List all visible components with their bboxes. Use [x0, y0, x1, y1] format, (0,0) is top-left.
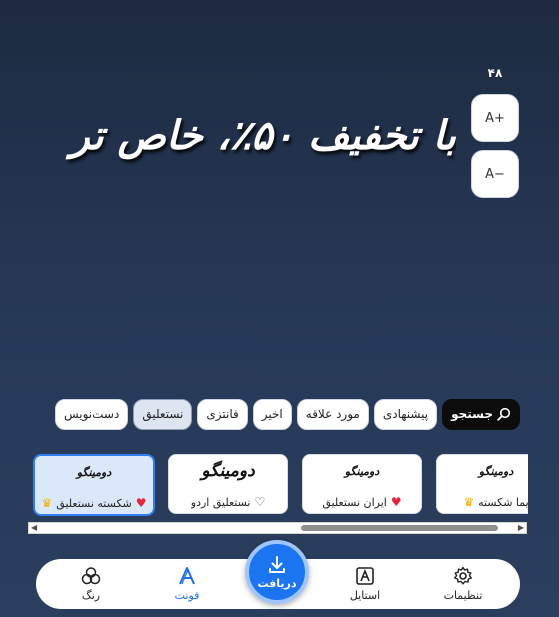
nav-style[interactable]: استایل	[330, 563, 400, 605]
download-icon	[267, 555, 287, 575]
horizontal-scrollbar[interactable]: ◀ ▶	[28, 522, 527, 534]
chip-nastaliq[interactable]: نستعلیق	[133, 398, 193, 430]
search-icon	[497, 407, 511, 421]
font-name: ایران نستعلیق	[322, 495, 387, 509]
chip-recent[interactable]: اخیر	[252, 398, 292, 430]
font-card[interactable]: دومینگو ♥ ایران نستعلیق	[302, 454, 422, 514]
download-button[interactable]: دریافت	[245, 540, 309, 604]
download-label: دریافت	[257, 576, 297, 590]
scrollbar-thumb[interactable]	[301, 525, 498, 531]
premium-crown-icon: ♛	[41, 496, 53, 510]
font-name: شکسته نستعلیق	[56, 496, 132, 510]
style-letter-icon	[355, 566, 375, 586]
font-card[interactable]: دومینگو ♡ نستعلیق اردو	[168, 454, 288, 514]
color-circles-icon	[81, 566, 101, 586]
font-card[interactable]: دومینگو ♥ شکسته نستعلیق ♛	[33, 454, 155, 516]
premium-crown-icon: ♛	[463, 495, 475, 509]
search-chip[interactable]: جستجو	[442, 398, 520, 430]
chip-handwriting[interactable]: دست‌نویس	[54, 398, 129, 430]
font-card[interactable]: دومینگو یما شکسته ♛	[436, 454, 528, 514]
font-sample: دومینگو	[76, 466, 112, 479]
font-sample: دومینگو	[201, 461, 255, 481]
nav-font[interactable]: فونت	[152, 563, 222, 605]
nav-settings-label: تنظیمات	[443, 589, 483, 602]
nav-color[interactable]: رنگ	[56, 563, 126, 605]
font-sample: دومینگو	[478, 465, 514, 478]
favorite-heart-outline-icon[interactable]: ♡	[254, 495, 265, 509]
decrease-size-button[interactable]: A−	[471, 150, 519, 198]
font-size-readout: ۴۸	[487, 66, 503, 80]
nav-style-label: استایل	[349, 589, 381, 602]
chip-favorites[interactable]: مورد علاقه	[296, 398, 369, 430]
scroll-right-arrow-icon[interactable]: ▶	[518, 523, 524, 533]
favorite-heart-icon[interactable]: ♥	[136, 496, 147, 510]
font-cards: دومینگو ♥ شکسته نستعلیق ♛ دومینگو ♡ نستع…	[32, 454, 528, 516]
increase-size-button[interactable]: A+	[471, 94, 519, 142]
chip-suggested[interactable]: پیشنهادی	[373, 398, 438, 430]
font-name: نستعلیق اردو	[190, 495, 251, 509]
favorite-heart-icon[interactable]: ♥	[391, 495, 402, 509]
scroll-left-arrow-icon[interactable]: ◀	[31, 523, 37, 533]
category-chips: جستجو پیشنهادی مورد علاقه اخیر فانتزی نس…	[26, 398, 520, 430]
font-letter-icon	[177, 566, 197, 586]
nav-font-label: فونت	[174, 589, 200, 602]
search-chip-label: جستجو	[451, 407, 493, 421]
chip-fantasy[interactable]: فانتزی	[197, 398, 248, 430]
gear-icon	[453, 566, 473, 586]
font-sample: دومینگو	[344, 465, 380, 478]
nav-color-label: رنگ	[81, 589, 101, 602]
font-name: یما شکسته	[478, 495, 528, 509]
preview-text: با تخفیف ۵۰٪، خاص تر بپوش	[60, 112, 456, 159]
nav-settings[interactable]: تنظیمات	[428, 563, 498, 605]
